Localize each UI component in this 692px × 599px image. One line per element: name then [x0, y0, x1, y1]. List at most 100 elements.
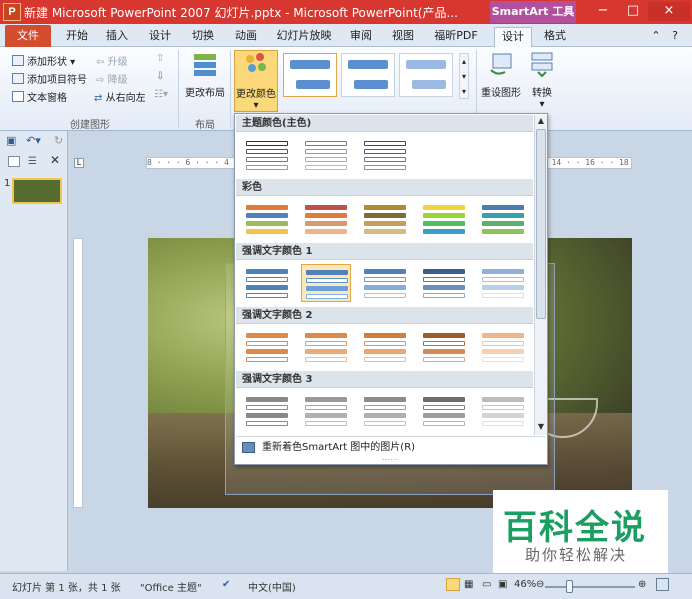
restore-button[interactable]: □: [618, 2, 648, 21]
swatch-bar: [364, 357, 406, 362]
swatch-bar: [482, 221, 524, 226]
tab-transitions[interactable]: 切换: [186, 27, 220, 47]
help-icon[interactable]: ?: [668, 27, 682, 47]
change-layout-button[interactable]: 更改布局: [182, 50, 228, 99]
right-to-left-button[interactable]: ⇄ 从右向左: [94, 89, 146, 104]
tab-slideshow[interactable]: 幻灯片放映: [272, 27, 336, 47]
close-button[interactable]: ×: [648, 2, 690, 21]
color-option-swatch[interactable]: [419, 264, 469, 302]
color-option-swatch[interactable]: [301, 200, 351, 238]
zoom-out-icon[interactable]: ⊖: [536, 579, 544, 590]
tab-insert[interactable]: 插入: [100, 27, 134, 47]
smartart-style-thumb[interactable]: [283, 53, 337, 97]
spellcheck-icon[interactable]: ✔: [222, 579, 230, 590]
layout-dropdown-icon[interactable]: ☷▾: [154, 89, 168, 100]
fit-to-window-icon[interactable]: [656, 578, 669, 591]
slideshow-icon[interactable]: ▣: [498, 579, 507, 590]
minimize-ribbon-icon[interactable]: ⌃: [650, 27, 662, 47]
reading-view-icon[interactable]: ▭: [482, 579, 491, 590]
smartart-style-thumb[interactable]: [399, 53, 453, 97]
tab-selector-icon[interactable]: L: [74, 158, 84, 168]
color-option-swatch[interactable]: [301, 392, 351, 430]
gallery-scroll[interactable]: ▴ ▾ ▾: [459, 53, 469, 99]
color-option-swatch[interactable]: [301, 328, 351, 366]
ribbon-tab-row: 文件 开始 插入 设计 切换 动画 幻灯片放映 审阅 视图 福昕PDF 设计 格…: [0, 24, 692, 47]
redo-icon[interactable]: ↻: [54, 134, 63, 147]
color-option-swatch[interactable]: [478, 392, 528, 430]
color-option-swatch[interactable]: [242, 328, 292, 366]
swatch-bar: [246, 149, 288, 154]
gallery-scrollbar[interactable]: ▲ ▼: [534, 115, 547, 435]
vertical-ruler: [73, 238, 83, 508]
outline-tab-icon[interactable]: ☰: [28, 156, 37, 167]
close-pane-icon[interactable]: ✕: [50, 153, 60, 167]
swatch-bar: [423, 285, 465, 290]
tab-review[interactable]: 审阅: [344, 27, 378, 47]
color-option-swatch[interactable]: [360, 264, 410, 302]
swatch-bar: [423, 349, 465, 354]
swatch-bar: [364, 205, 406, 210]
color-option-swatch[interactable]: [478, 200, 528, 238]
swatch-bar: [246, 269, 288, 274]
tab-home[interactable]: 开始: [60, 27, 94, 47]
swatch-bar: [482, 293, 524, 298]
add-bullet-button[interactable]: 添加项目符号: [12, 71, 87, 86]
convert-button[interactable]: 转换 ▾: [524, 50, 560, 110]
color-option-swatch[interactable]: [242, 264, 292, 302]
add-shape-button[interactable]: 添加形状 ▾: [12, 53, 75, 68]
zoom-percent[interactable]: 46%: [514, 579, 536, 590]
slide-sorter-icon[interactable]: ▦: [464, 579, 473, 590]
powerpoint-app-icon[interactable]: P: [3, 3, 21, 21]
undo-icon[interactable]: ↶▾: [26, 134, 41, 147]
color-option-swatch[interactable]: [242, 200, 292, 238]
scroll-down-icon[interactable]: ▼: [535, 421, 547, 433]
smartart-style-thumb[interactable]: [341, 53, 395, 97]
tab-animations[interactable]: 动画: [229, 27, 263, 47]
normal-view-icon[interactable]: [446, 578, 460, 591]
move-down-icon[interactable]: ⇩: [156, 71, 164, 82]
tab-smartart-format[interactable]: 格式: [536, 27, 574, 47]
zoom-slider[interactable]: [545, 586, 635, 588]
watermark-title: 百科全说: [503, 508, 647, 548]
tab-file[interactable]: 文件: [5, 25, 51, 47]
color-option-swatch[interactable]: [360, 200, 410, 238]
slide-thumbnail[interactable]: [12, 178, 62, 204]
swatch-bar: [246, 293, 288, 298]
color-option-swatch[interactable]: [301, 264, 351, 302]
color-option-swatch[interactable]: [301, 136, 351, 174]
slides-tab-icon[interactable]: [8, 156, 20, 167]
title-bar: P 新建 Microsoft PowerPoint 2007 幻灯片.pptx …: [0, 0, 692, 24]
color-option-swatch[interactable]: [242, 136, 292, 174]
change-colors-button[interactable]: 更改颜色 ▾: [234, 50, 278, 112]
theme-status[interactable]: "Office 主题": [140, 579, 202, 594]
recolor-pictures-label: 重新着色SmartArt 图中的图片(R): [262, 442, 416, 453]
text-pane-button[interactable]: 文本窗格: [12, 89, 67, 104]
section-accent1: 强调文字颜色 1: [236, 243, 533, 260]
tab-foxit-pdf[interactable]: 福昕PDF: [428, 27, 484, 47]
color-option-swatch[interactable]: [419, 392, 469, 430]
scroll-up-icon[interactable]: ▲: [535, 115, 547, 127]
color-option-swatch[interactable]: [360, 136, 410, 174]
save-icon[interactable]: ▣: [6, 134, 16, 147]
color-option-swatch[interactable]: [478, 264, 528, 302]
color-option-swatch[interactable]: [419, 200, 469, 238]
color-option-swatch[interactable]: [360, 328, 410, 366]
demote-button[interactable]: ⇨ 降级: [96, 71, 128, 86]
resize-grip-icon[interactable]: ⋯⋯: [375, 456, 405, 464]
promote-button[interactable]: ⇦ 升级: [96, 53, 128, 68]
zoom-in-icon[interactable]: ⊕: [638, 579, 646, 590]
language-status[interactable]: 中文(中国): [248, 579, 296, 594]
color-option-swatch[interactable]: [242, 392, 292, 430]
swatch-bar: [423, 205, 465, 210]
zoom-slider-knob[interactable]: [566, 580, 573, 593]
minimize-button[interactable]: −: [588, 2, 618, 21]
color-option-swatch[interactable]: [419, 328, 469, 366]
move-up-icon[interactable]: ⇧: [156, 53, 164, 64]
color-option-swatch[interactable]: [478, 328, 528, 366]
tab-smartart-design[interactable]: 设计: [494, 27, 532, 47]
scroll-thumb[interactable]: [536, 129, 546, 319]
reset-graphic-button[interactable]: 重设图形: [480, 50, 522, 99]
tab-design[interactable]: 设计: [143, 27, 177, 47]
color-option-swatch[interactable]: [360, 392, 410, 430]
tab-view[interactable]: 视图: [386, 27, 420, 47]
